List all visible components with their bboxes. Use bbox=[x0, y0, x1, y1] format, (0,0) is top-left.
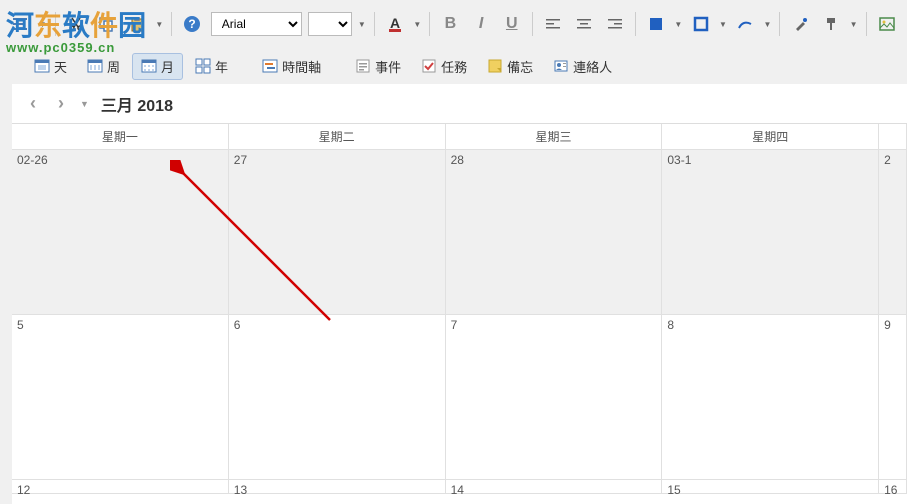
calendar-cell[interactable]: 03-1 bbox=[662, 150, 879, 315]
svg-text:A: A bbox=[390, 15, 400, 31]
separator bbox=[171, 12, 172, 36]
border-color-button[interactable] bbox=[688, 10, 713, 38]
contacts-icon bbox=[553, 58, 569, 74]
separator bbox=[374, 12, 375, 36]
timeline-icon bbox=[262, 58, 278, 74]
calendar-cell[interactable]: 6 bbox=[229, 315, 446, 480]
calendar-grid: 02-26272803-12567891213141516 bbox=[12, 150, 907, 494]
calendar-row: 56789 bbox=[12, 315, 907, 480]
separator bbox=[779, 12, 780, 36]
eyedropper-button[interactable] bbox=[788, 10, 813, 38]
calendar-cell[interactable]: 12 bbox=[12, 480, 229, 494]
view-tab-day[interactable]: 天 bbox=[26, 54, 75, 79]
week-icon bbox=[87, 58, 103, 74]
month-icon bbox=[141, 58, 157, 74]
calendar-day-header: 星期一星期二星期三星期四 bbox=[12, 124, 907, 150]
copy-button[interactable] bbox=[94, 10, 119, 38]
day-header-cell: 星期四 bbox=[662, 124, 879, 150]
insert-image-button[interactable] bbox=[874, 10, 899, 38]
calendar-cell[interactable]: 7 bbox=[446, 315, 663, 480]
tab-label: 事件 bbox=[375, 57, 401, 76]
day-header-cell: 星期二 bbox=[229, 124, 446, 150]
bold-button[interactable]: B bbox=[438, 10, 463, 38]
separator bbox=[866, 12, 867, 36]
align-center-button[interactable] bbox=[572, 10, 597, 38]
calendar-cell[interactable]: 8 bbox=[662, 315, 879, 480]
view-tab-notes[interactable]: 備忘 bbox=[479, 54, 541, 79]
align-toggle-button[interactable] bbox=[8, 10, 33, 38]
calendar-title: 三月 2018 bbox=[101, 92, 173, 116]
align-left-button[interactable] bbox=[541, 10, 566, 38]
tab-label: 任務 bbox=[441, 57, 467, 76]
dropdown-icon[interactable]: ▼ bbox=[358, 20, 366, 29]
paste-button[interactable] bbox=[125, 10, 150, 38]
dropdown-icon[interactable]: ▼ bbox=[719, 20, 727, 29]
dropdown-icon[interactable]: ▼ bbox=[155, 20, 163, 29]
calendar-row: 1213141516 bbox=[12, 480, 907, 494]
separator bbox=[635, 12, 636, 36]
prev-month-button[interactable]: ‹ bbox=[22, 93, 44, 115]
tab-label: 月 bbox=[161, 57, 174, 76]
view-tab-events[interactable]: 事件 bbox=[347, 54, 409, 79]
font-color-button[interactable]: A bbox=[383, 10, 408, 38]
dropdown-icon[interactable]: ▼ bbox=[80, 99, 89, 109]
separator bbox=[532, 12, 533, 36]
calendar-cell[interactable]: 14 bbox=[446, 480, 663, 494]
font-size-select[interactable]: 9 bbox=[308, 12, 352, 36]
dropdown-icon[interactable]: ▼ bbox=[413, 20, 421, 29]
view-tab-year[interactable]: 年 bbox=[187, 54, 236, 79]
view-tab-bar: 天 周 月 年 時間軸 事件 任務 備忘 連絡人 bbox=[0, 48, 907, 84]
calendar-panel: ‹ › ▼ 三月 2018 星期一星期二星期三星期四 02-26272803-1… bbox=[12, 84, 907, 504]
next-month-button[interactable]: › bbox=[50, 93, 72, 115]
calendar-cell[interactable]: 02-26 bbox=[12, 150, 229, 315]
calendar-cell[interactable]: 28 bbox=[446, 150, 663, 315]
separator bbox=[55, 12, 56, 36]
underline-button[interactable]: U bbox=[499, 10, 524, 38]
format-toolbar: ▼ ▼ ? Arial 9 ▼ A ▼ B I U ▼ ▼ bbox=[0, 0, 907, 48]
calendar-cell[interactable]: 9 bbox=[879, 315, 907, 480]
format-painter-button[interactable] bbox=[819, 10, 844, 38]
separator bbox=[429, 12, 430, 36]
help-button[interactable]: ? bbox=[180, 10, 205, 38]
day-header-cell bbox=[879, 124, 907, 150]
svg-text:?: ? bbox=[189, 17, 196, 31]
calendar-cell[interactable]: 5 bbox=[12, 315, 229, 480]
tasks-icon bbox=[421, 58, 437, 74]
view-tab-month[interactable]: 月 bbox=[132, 53, 183, 80]
italic-button[interactable]: I bbox=[469, 10, 494, 38]
align-right-button[interactable] bbox=[602, 10, 627, 38]
calendar-cell[interactable]: 15 bbox=[662, 480, 879, 494]
notes-icon bbox=[487, 58, 503, 74]
tab-label: 周 bbox=[107, 57, 120, 76]
calendar-row: 02-26272803-12 bbox=[12, 150, 907, 315]
cut-button[interactable] bbox=[63, 10, 88, 38]
day-header-cell: 星期一 bbox=[12, 124, 229, 150]
tab-label: 備忘 bbox=[507, 57, 533, 76]
tab-label: 天 bbox=[54, 57, 67, 76]
calendar-cell[interactable]: 16 bbox=[879, 480, 907, 494]
dropdown-icon[interactable]: ▼ bbox=[764, 20, 772, 29]
tab-label: 連絡人 bbox=[573, 57, 612, 76]
calendar-cell[interactable]: 27 bbox=[229, 150, 446, 315]
tab-label: 年 bbox=[215, 57, 228, 76]
view-tab-contacts[interactable]: 連絡人 bbox=[545, 54, 620, 79]
dropdown-icon[interactable]: ▼ bbox=[850, 20, 858, 29]
tab-label: 時間軸 bbox=[282, 57, 321, 76]
events-icon bbox=[355, 58, 371, 74]
year-icon bbox=[195, 58, 211, 74]
calendar-nav-header: ‹ › ▼ 三月 2018 bbox=[12, 84, 907, 124]
calendar-cell[interactable]: 13 bbox=[229, 480, 446, 494]
dropdown-icon[interactable]: ▼ bbox=[39, 20, 47, 29]
day-header-cell: 星期三 bbox=[446, 124, 663, 150]
view-tab-tasks[interactable]: 任務 bbox=[413, 54, 475, 79]
day-icon bbox=[34, 58, 50, 74]
dropdown-icon[interactable]: ▼ bbox=[674, 20, 682, 29]
calendar-cell[interactable]: 2 bbox=[879, 150, 907, 315]
fill-color-button[interactable] bbox=[644, 10, 669, 38]
font-family-select[interactable]: Arial bbox=[211, 12, 302, 36]
view-tab-timeline[interactable]: 時間軸 bbox=[254, 54, 329, 79]
view-tab-week[interactable]: 周 bbox=[79, 54, 128, 79]
line-color-button[interactable] bbox=[733, 10, 758, 38]
